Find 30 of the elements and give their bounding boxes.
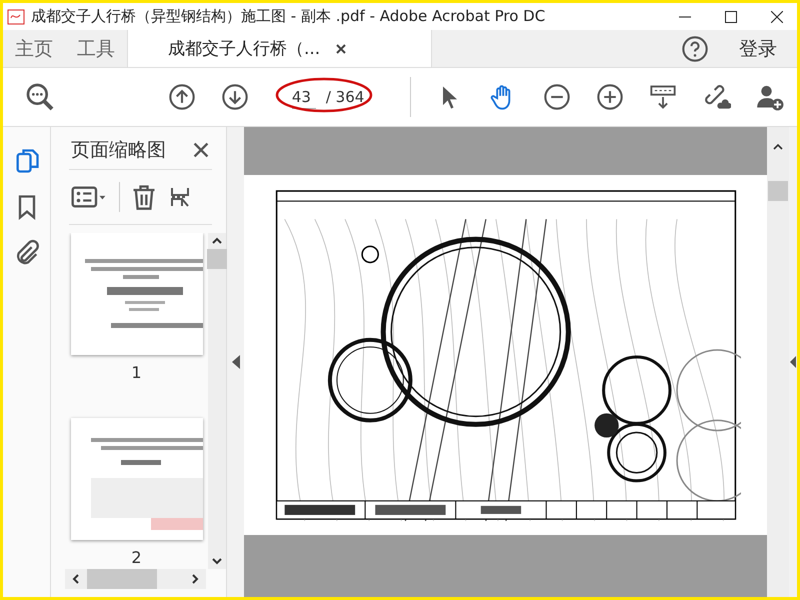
scroll-left-icon[interactable] [71,573,81,585]
link-cloud-icon[interactable] [702,83,731,111]
sign-in-button[interactable]: 登录 [709,30,797,67]
scroll-thumb[interactable] [768,181,788,201]
document-tab[interactable]: 成都交子人行桥（... [127,30,432,67]
scroll-thumb[interactable] [87,569,157,589]
maximize-icon[interactable] [725,10,737,22]
page-number: 1 [131,363,142,382]
page-thumbnail[interactable] [70,233,202,355]
close-tab-icon[interactable] [336,44,346,54]
search-icon[interactable] [24,81,56,113]
previous-page-icon[interactable] [168,83,196,111]
collapse-left-icon[interactable] [232,355,240,369]
keyboard-down-icon[interactable] [649,83,678,111]
scroll-up-icon[interactable] [772,141,784,151]
next-page-icon[interactable] [221,83,250,111]
scroll-thumb[interactable] [207,249,227,269]
zoom-out-icon[interactable] [542,83,571,111]
scroll-right-icon[interactable] [190,573,200,585]
page-number: 2 [131,548,142,567]
add-user-icon[interactable] [756,83,784,111]
window-title: 成都交子人行桥（异型钢结构）施工图 - 副本 .pdf - Adobe Acrobat Pro DC [31,7,546,26]
page-total: / 364 [326,88,364,106]
panel-title: 页面缩略图 [71,138,166,163]
page-thumbnail[interactable] [70,418,202,540]
pdf-app-icon [7,8,25,24]
page-number-field[interactable]: 43 [292,86,316,108]
help-icon[interactable] [681,34,709,62]
zoom-in-icon[interactable] [596,83,624,111]
close-icon[interactable] [771,10,783,22]
